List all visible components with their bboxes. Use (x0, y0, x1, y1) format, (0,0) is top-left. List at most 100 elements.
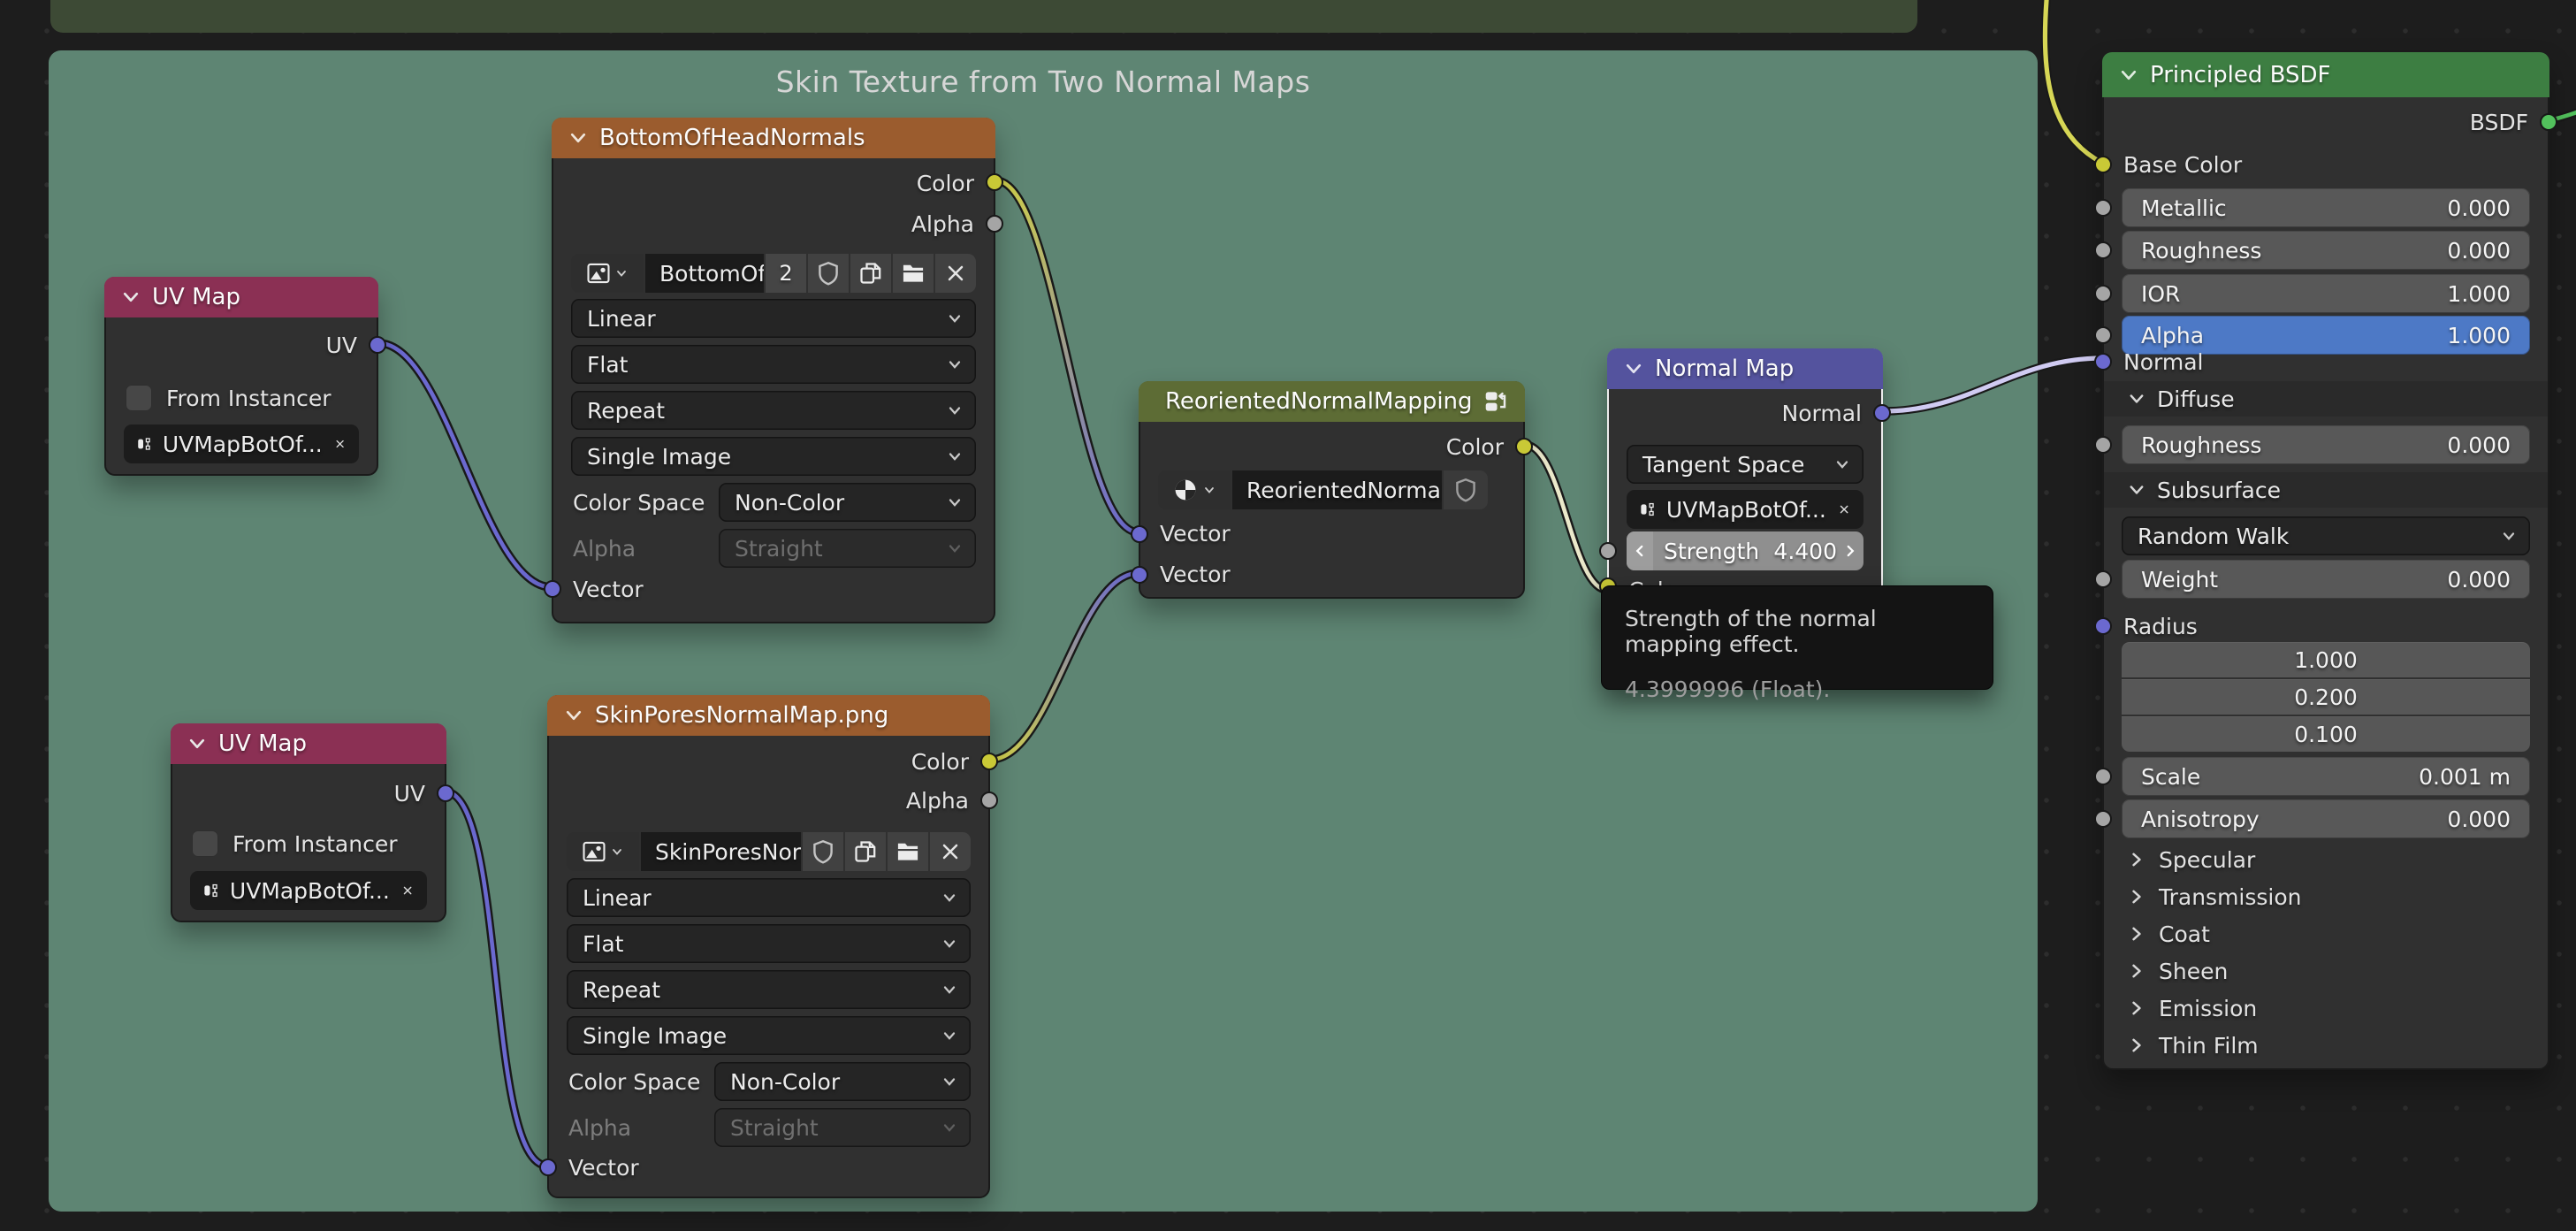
image-type-button[interactable] (571, 254, 644, 293)
ior-slider[interactable]: IOR 1.000 (2122, 274, 2530, 313)
unlink-button[interactable] (930, 832, 971, 871)
slider-increase-arrow[interactable] (1837, 543, 1863, 559)
node-header-shader[interactable]: Principled BSDF (2102, 52, 2549, 97)
node-uv-map-2[interactable]: UV Map UV From Instancer UVMapBotOf... (171, 723, 446, 922)
metallic-slider[interactable]: Metallic 0.000 (2122, 188, 2530, 227)
interpolation-select[interactable]: Linear (571, 299, 976, 338)
space-select[interactable]: Tangent Space (1627, 445, 1863, 484)
node-reoriented-normal-mapping[interactable]: ReorientedNormalMapping Color Reoriented… (1139, 381, 1525, 599)
strength-slider[interactable]: Strength 4.400 (1627, 531, 1863, 570)
open-file-button[interactable] (888, 832, 928, 871)
color-space-select[interactable]: Non-Color (714, 1062, 971, 1101)
uv-map-selector[interactable]: UVMapBotOf... (124, 424, 359, 463)
node-header-group[interactable]: ReorientedNormalMapping (1139, 381, 1525, 422)
vector-input-socket[interactable] (544, 580, 561, 598)
alpha-input-socket[interactable] (2094, 326, 2112, 344)
coat-panel-header[interactable]: Coat (2104, 916, 2548, 952)
node-header-image-texture[interactable]: SkinPoresNormalMap.png (547, 695, 990, 736)
node-editor-canvas[interactable]: Skin Texture from Two Normal Maps (0, 0, 2576, 1231)
subsurface-panel-header[interactable]: Subsurface (2104, 472, 2548, 508)
chevron-down-icon[interactable] (2118, 65, 2139, 86)
uv-output-socket[interactable] (369, 336, 386, 354)
emission-panel-header[interactable]: Emission (2104, 990, 2548, 1026)
roughness-slider[interactable]: Roughness 0.000 (2122, 231, 2530, 270)
image-type-button[interactable] (567, 832, 639, 871)
uv-map-selector[interactable]: UVMapBotOf... (190, 871, 427, 910)
sheen-panel-header[interactable]: Sheen (2104, 953, 2548, 989)
radius-y-field[interactable]: 0.200 (2122, 679, 2530, 715)
alpha-output-socket[interactable] (980, 791, 998, 809)
fake-user-button[interactable] (808, 254, 849, 293)
vector-input-2-socket[interactable] (1131, 566, 1148, 584)
duplicate-button[interactable] (845, 832, 886, 871)
node-header-uv-map-1[interactable]: UV Map (104, 277, 378, 317)
node-header-vector[interactable]: Normal Map (1607, 348, 1883, 389)
source-select[interactable]: Single Image (571, 437, 976, 476)
image-name-field[interactable]: SkinPoresNormal... (641, 832, 801, 871)
uv-map-selector[interactable]: UVMapBotOf... (1627, 490, 1863, 529)
group-name-field[interactable]: ReorientedNormalMap... (1232, 470, 1442, 509)
chevron-down-icon[interactable] (1623, 358, 1644, 379)
node-uv-map-1[interactable]: UV Map UV From Instancer UVMapBotOf... (104, 277, 378, 476)
subsurface-anisotropy-input-socket[interactable] (2094, 810, 2112, 828)
extension-select[interactable]: Repeat (571, 391, 976, 430)
projection-select[interactable]: Flat (571, 345, 976, 384)
node-normal-map[interactable]: Normal Map Normal Tangent Space UVMapBot… (1607, 348, 1883, 619)
color-space-select[interactable]: Non-Color (719, 483, 976, 522)
node-bottom-of-head-normals[interactable]: BottomOfHeadNormals Color Alpha BottomOf… (552, 118, 995, 623)
transmission-panel-header[interactable]: Transmission (2104, 879, 2548, 914)
ior-input-socket[interactable] (2094, 285, 2112, 302)
bsdf-output-socket[interactable] (2540, 113, 2557, 131)
diffuse-roughness-input-socket[interactable] (2094, 436, 2112, 454)
radius-x-field[interactable]: 1.000 (2122, 642, 2530, 677)
subsurface-weight-input-socket[interactable] (2094, 570, 2112, 588)
projection-select[interactable]: Flat (567, 924, 971, 963)
subsurface-scale-slider[interactable]: Scale 0.001 m (2122, 757, 2530, 796)
specular-panel-header[interactable]: Specular (2104, 842, 2548, 877)
color-output-socket[interactable] (986, 173, 1003, 191)
roughness-input-socket[interactable] (2094, 241, 2112, 259)
node-skin-pores-normal-map[interactable]: SkinPoresNormalMap.png Color Alpha SkinP… (547, 695, 990, 1198)
subsurface-anisotropy-slider[interactable]: Anisotropy 0.000 (2122, 799, 2530, 838)
x-icon[interactable] (333, 433, 347, 455)
vector-input-socket[interactable] (539, 1158, 557, 1176)
normal-input-socket[interactable] (2094, 353, 2112, 371)
group-type-button[interactable] (1158, 470, 1231, 509)
radius-input-socket[interactable] (2094, 617, 2112, 635)
fake-user-button[interactable] (803, 832, 843, 871)
color-output-socket[interactable] (980, 753, 998, 770)
node-group-icon[interactable] (1483, 388, 1510, 415)
base-color-input-socket[interactable] (2094, 156, 2112, 173)
alpha-mode-select[interactable]: Straight (714, 1108, 971, 1147)
from-instancer-checkbox[interactable] (192, 830, 218, 857)
interpolation-select[interactable]: Linear (567, 878, 971, 917)
thin-film-panel-header[interactable]: Thin Film (2104, 1028, 2548, 1063)
metallic-input-socket[interactable] (2094, 199, 2112, 217)
strength-input-socket[interactable] (1599, 542, 1617, 560)
alpha-mode-select[interactable]: Straight (719, 529, 976, 568)
node-principled-bsdf[interactable]: Principled BSDF BSDF Base Color Metallic… (2102, 52, 2549, 1070)
extension-select[interactable]: Repeat (567, 970, 971, 1009)
subsurface-method-select[interactable]: Random Walk (2122, 516, 2530, 555)
chevron-down-icon[interactable] (187, 733, 208, 754)
color-output-socket[interactable] (1515, 438, 1533, 455)
node-header-uv-map-2[interactable]: UV Map (171, 723, 446, 764)
subsurface-scale-input-socket[interactable] (2094, 768, 2112, 785)
chevron-down-icon[interactable] (568, 127, 589, 149)
x-icon[interactable] (1837, 499, 1851, 520)
chevron-down-icon[interactable] (120, 287, 141, 308)
uv-output-socket[interactable] (437, 784, 454, 802)
chevron-down-icon[interactable] (563, 705, 584, 726)
vector-input-1-socket[interactable] (1131, 525, 1148, 543)
slider-decrease-arrow[interactable] (1627, 531, 1653, 570)
alpha-output-socket[interactable] (986, 215, 1003, 233)
from-instancer-checkbox[interactable] (126, 385, 152, 411)
image-users-count[interactable]: 2 (766, 254, 806, 293)
radius-z-field[interactable]: 0.100 (2122, 716, 2530, 752)
x-icon[interactable] (400, 880, 415, 901)
open-file-button[interactable] (893, 254, 934, 293)
unlink-button[interactable] (935, 254, 976, 293)
node-header-image-texture[interactable]: BottomOfHeadNormals (552, 118, 995, 158)
duplicate-button[interactable] (850, 254, 891, 293)
diffuse-panel-header[interactable]: Diffuse (2104, 381, 2548, 417)
